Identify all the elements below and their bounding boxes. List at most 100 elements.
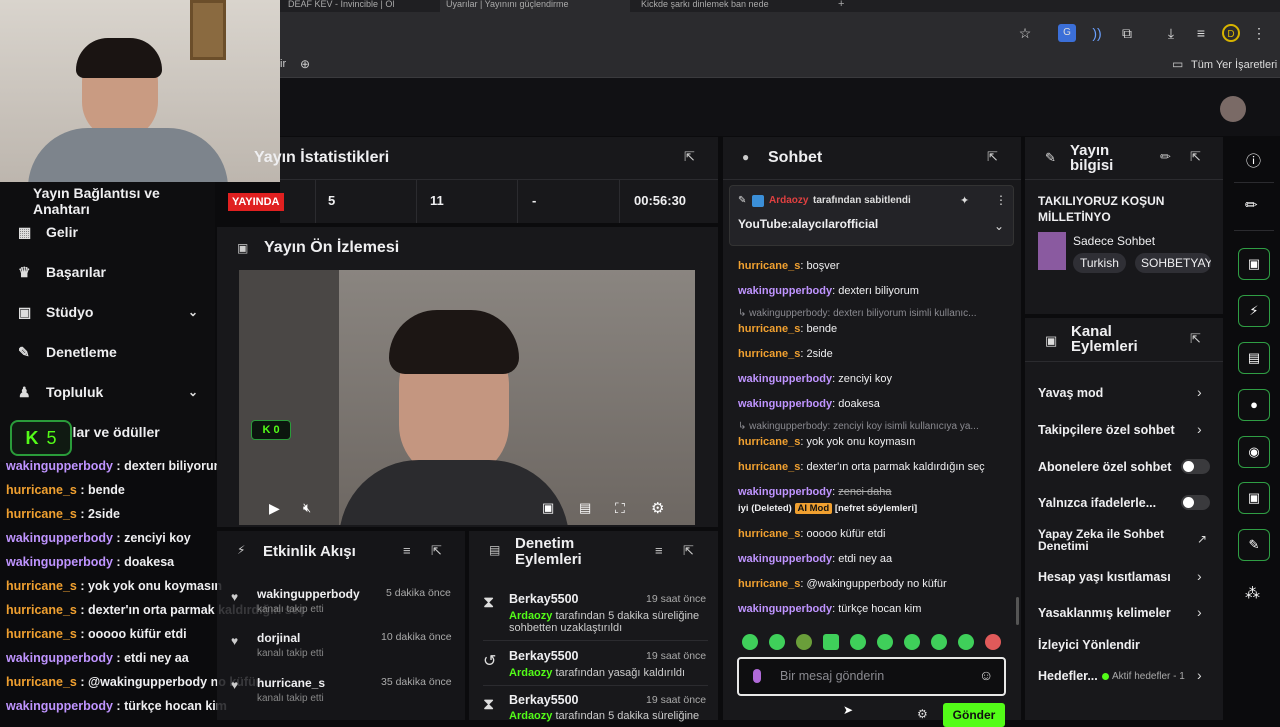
popout-icon[interactable]: ⇱ (431, 543, 442, 559)
popout-icon[interactable]: ⇱ (1190, 149, 1201, 165)
sidebar-item-studio[interactable]: ▣ Stüdyo ⌄ (18, 300, 198, 324)
browser-tab[interactable]: DEAF KEV - Invincible | Ol (282, 0, 432, 12)
chat-scrollbar[interactable] (1016, 597, 1019, 625)
channel-action-slow-mode[interactable]: Yavaş mod (1038, 386, 1103, 400)
channel-action-banned-words[interactable]: Yasaklanmış kelimeler (1038, 606, 1171, 620)
chevron-right-icon[interactable]: › (1197, 568, 1202, 584)
stream-video[interactable]: K 0 ▶ 🔇︎ ▣ ▤ ⛶ ⚙ (239, 270, 695, 525)
webcam-widget-icon[interactable]: ▣ (1238, 248, 1270, 280)
chat-settings-icon[interactable]: ⚙ (917, 707, 928, 721)
theater-mode-icon[interactable]: ▣ (542, 500, 554, 516)
activity-detail: kanalı takip etti (257, 648, 324, 659)
send-button[interactable]: Gönder (943, 703, 1005, 727)
channel-action-goals[interactable]: Hedefler... (1038, 669, 1098, 683)
more-options-icon[interactable]: ⋮ (995, 193, 1007, 207)
sidebar-item-achievements[interactable]: ♛ Başarılar (18, 260, 106, 284)
chat-widget-icon[interactable]: ● (1238, 389, 1270, 421)
bookmark-item[interactable]: ir (280, 58, 286, 70)
heart-icon: ♥ (231, 590, 239, 604)
lock-widget-icon[interactable]: ▣ (1238, 482, 1270, 514)
heart-icon: ♥ (231, 634, 239, 648)
bookmark-star-icon[interactable]: ☆ (1016, 24, 1034, 42)
popout-icon[interactable]: ⇱ (1190, 331, 1201, 347)
channel-action-raid[interactable]: İzleyici Yönlendir (1038, 638, 1140, 652)
chevron-right-icon[interactable]: › (1197, 421, 1202, 437)
lightning-widget-icon[interactable]: ⚡︎ (1238, 295, 1270, 327)
tag-chip[interactable]: SOHBETYAY (1135, 253, 1211, 273)
browser-tab[interactable]: Kickde şarkı dinlemek ban nede (635, 0, 795, 12)
channel-action-ai-moderation[interactable]: Yapay Zeka ile Sohbet Denetimi (1038, 528, 1178, 552)
sidebar-heading[interactable]: Yayın Bağlantısı ve Anahtarı (33, 185, 215, 217)
chevron-down-icon[interactable]: ⌄ (994, 219, 1004, 233)
menu-icon[interactable]: ⋮ (1250, 24, 1268, 42)
fullscreen-icon[interactable]: ⛶ (615, 500, 625, 517)
chat-message: wakingupperbody: zenciyi koy (738, 373, 893, 385)
popout-icon[interactable]: ⇱ (684, 149, 695, 165)
more-widgets-icon[interactable]: ⁂ (1245, 584, 1260, 602)
browser-tab[interactable]: Uyarılar | Yayınını güçlendirme (440, 0, 630, 12)
lock-icon: ▣ (1045, 333, 1058, 348)
external-link-icon[interactable]: ↗ (1197, 532, 1207, 546)
edit-layout-icon[interactable]: ✏ (1245, 196, 1258, 214)
unpin-icon[interactable]: ✦ (960, 194, 969, 207)
wrench-widget-icon[interactable]: ✎ (1238, 529, 1270, 561)
overlay-chat-line: wakingupperbody : zenciyi koy (6, 531, 191, 545)
channel-action-account-age[interactable]: Hesap yaşı kısıtlaması (1038, 570, 1171, 584)
globe-icon[interactable]: ⊕ (300, 57, 310, 71)
mod-detail: Ardaozy tarafından yasağı kaldırıldı (509, 667, 686, 679)
popout-icon[interactable]: ⇱ (683, 543, 694, 559)
play-icon[interactable]: ▶ (269, 500, 280, 517)
category-name[interactable]: Sadece Sohbet (1073, 234, 1155, 248)
popout-icon[interactable]: ⇱ (987, 149, 998, 165)
extensions-icon[interactable]: ⧉ (1118, 24, 1136, 42)
emote-icon[interactable] (823, 634, 839, 650)
chat-input[interactable]: Bir mesaj gönderin (780, 669, 884, 683)
audio-icon[interactable]: )) (1088, 24, 1106, 42)
info-icon[interactable]: ⓘ (1246, 150, 1261, 171)
edit-icon[interactable]: ✏ (1160, 149, 1171, 165)
playlist-icon[interactable]: ≡ (1192, 24, 1210, 42)
channel-action-subscribers-only: Abonelere özel sohbet (1038, 460, 1172, 474)
emote-icon[interactable] (769, 634, 785, 650)
emote-icon[interactable] (877, 634, 893, 650)
sidebar-item-community[interactable]: ♟ Topluluk ⌄ (18, 380, 198, 404)
document-widget-icon[interactable]: ▤ (1238, 342, 1270, 374)
mute-icon[interactable]: 🔇︎ (303, 500, 311, 516)
overlay-chat-line: wakingupperbody : dexterı biliyorum (6, 459, 225, 473)
clip-icon[interactable]: ▤ (579, 500, 591, 516)
sidebar-item-moderation[interactable]: ✎ Denetleme (18, 340, 117, 364)
channel-actions-panel: ▣ Kanal Eylemleri ⇱ (1025, 318, 1223, 720)
all-bookmarks-link[interactable]: Tüm Yer İşaretleri (1191, 59, 1277, 71)
emote-icon[interactable] (796, 634, 812, 650)
pinned-message[interactable]: ✎ Ardaozy tarafından sabitlendi ✦ ⋮ YouT… (729, 185, 1014, 246)
sidebar-item-revenue[interactable]: ▦ Gelir (18, 220, 78, 244)
chevron-right-icon[interactable]: › (1197, 604, 1202, 620)
emoji-icon[interactable]: ☺ (979, 667, 993, 683)
emote-only-toggle[interactable] (1181, 495, 1210, 510)
chevron-right-icon[interactable]: › (1197, 384, 1202, 400)
emote-icon[interactable] (931, 634, 947, 650)
subscribers-only-toggle[interactable] (1181, 459, 1210, 474)
channel-action-followers-only[interactable]: Takipçilere özel sohbet (1038, 423, 1175, 437)
microphone-icon[interactable] (753, 669, 761, 683)
translate-icon[interactable]: G (1058, 24, 1076, 42)
avatar[interactable] (1220, 96, 1246, 122)
filter-icon[interactable]: ≡ (403, 543, 411, 558)
chat-input-box[interactable]: Bir mesaj gönderin ☺ (737, 657, 1006, 696)
emote-icon[interactable] (742, 634, 758, 650)
profile-icon[interactable]: D (1222, 24, 1240, 42)
emote-icon[interactable] (985, 634, 1001, 650)
emote-icon[interactable] (850, 634, 866, 650)
tag-chip[interactable]: Turkish (1073, 253, 1126, 273)
pinned-text: YouTube:alaycılarofficial (738, 217, 879, 231)
settings-gear-icon[interactable]: ⚙ (651, 499, 664, 517)
new-tab-button[interactable]: + (832, 0, 846, 12)
chevron-right-icon[interactable]: › (1197, 667, 1202, 683)
emote-icon[interactable] (904, 634, 920, 650)
download-icon[interactable]: ⤓ (1162, 24, 1180, 42)
emote-icon[interactable] (958, 634, 974, 650)
filter-icon[interactable]: ≡ (655, 543, 663, 558)
mod-time: 19 saat önce (646, 694, 707, 706)
broadcast-widget-icon[interactable]: ◉ (1238, 436, 1270, 468)
sidebar-item-rewards[interactable]: plar ve ödüller (64, 420, 160, 444)
